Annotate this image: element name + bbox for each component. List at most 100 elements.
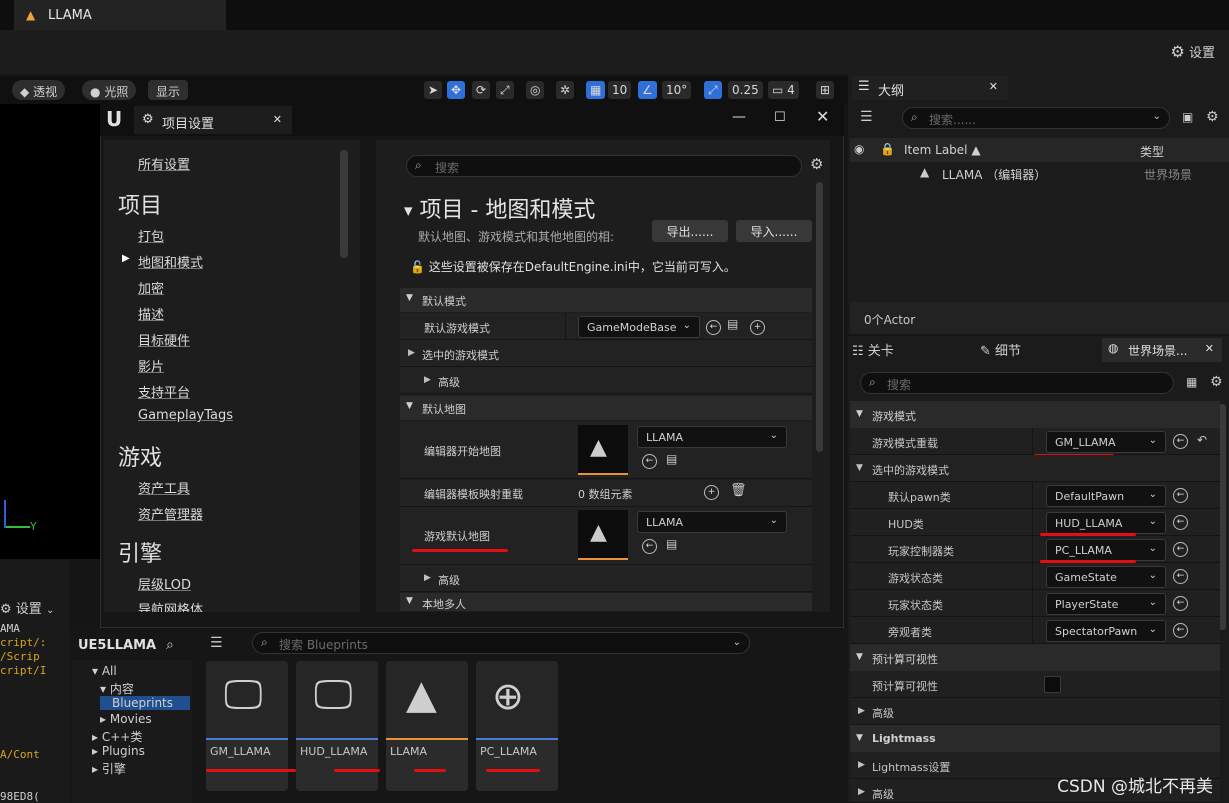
class-dropdown[interactable]: PC_LLAMA ⌄ xyxy=(1046,539,1166,561)
layout-icon[interactable]: ⊞ xyxy=(816,81,835,99)
gear-icon[interactable]: ⚙ xyxy=(810,157,823,172)
filter-icon[interactable]: ☰ xyxy=(210,636,223,650)
add-icon[interactable]: + xyxy=(750,320,765,335)
minimize-icon[interactable]: — xyxy=(732,110,746,124)
eye-icon[interactable]: ◉ xyxy=(854,143,864,155)
category-game-mode[interactable]: ▼ 游戏模式 xyxy=(850,401,1220,428)
tree-item-movies[interactable]: ▸ Movies xyxy=(100,712,152,726)
sidebar-item-encryption[interactable]: 加密 xyxy=(138,278,164,297)
browse-icon[interactable]: ← xyxy=(1173,569,1188,584)
close-window-icon[interactable]: ✕ xyxy=(816,109,829,125)
sidebar-scrollbar[interactable] xyxy=(340,150,348,258)
browse-icon[interactable]: ← xyxy=(642,539,657,554)
tree-item-all[interactable]: ▾ All xyxy=(92,664,117,678)
sidebar-item-hlod[interactable]: 层级LOD xyxy=(138,574,191,593)
angle-snap-icon[interactable]: ∠ xyxy=(638,81,657,99)
sidebar-item-description[interactable]: 描述 xyxy=(138,304,164,323)
category-local-multiplayer[interactable]: ▼ 本地多人 xyxy=(400,593,812,611)
surface-snap-icon[interactable]: ✲ xyxy=(556,81,575,99)
scale-snap-icon[interactable]: ⤢ xyxy=(704,81,722,99)
class-dropdown[interactable]: PlayerState ⌄ xyxy=(1046,593,1166,615)
row-selected-game-mode[interactable]: ▶ 选中的游戏模式 xyxy=(400,340,812,367)
output-settings-button[interactable]: ⚙ 设置 ⌄ xyxy=(0,598,54,617)
grid-snap-icon[interactable]: ▦ xyxy=(586,81,606,99)
sidebar-item-all-settings[interactable]: 所有设置 xyxy=(138,154,190,173)
collapse-arrow-icon[interactable]: ▼ xyxy=(404,205,412,218)
levels-tab[interactable]: ☷ 关卡 xyxy=(852,340,894,359)
map-thumbnail[interactable]: ▲ xyxy=(578,510,628,560)
tree-item-engine[interactable]: ▸ 引擎 xyxy=(92,760,126,777)
show-button[interactable]: 显示 xyxy=(148,80,189,100)
class-dropdown[interactable]: SpectatorPawn ⌄ xyxy=(1046,620,1166,642)
map-thumbnail[interactable]: ▲ xyxy=(578,425,628,475)
browse-icon[interactable]: ← xyxy=(642,454,657,469)
category-default-maps[interactable]: ▼ 默认地图 xyxy=(400,396,812,420)
folder-search-icon[interactable]: ▤ xyxy=(666,538,677,550)
sidebar-item-gameplay-tags[interactable]: GameplayTags xyxy=(138,408,233,423)
details-scrollbar[interactable] xyxy=(1219,404,1226,630)
folder-search-icon[interactable]: ▤ xyxy=(666,453,677,465)
world-space-icon[interactable]: ◎ xyxy=(526,81,545,99)
sidebar-item-navmesh[interactable]: 导航网格体 xyxy=(138,599,203,612)
browse-icon[interactable]: ← xyxy=(1173,488,1188,503)
level-tab[interactable]: ▲ LLAMA xyxy=(14,0,226,30)
tree-item-content[interactable]: ▾ 内容 xyxy=(100,680,134,697)
category-default-modes[interactable]: ▼ 默认模式 xyxy=(400,288,812,312)
reset-icon[interactable]: ↶ xyxy=(1197,434,1207,446)
row-advanced[interactable]: ▶ 高级 xyxy=(850,698,1220,725)
sidebar-item-movies[interactable]: 影片 xyxy=(138,356,164,375)
outliner-row[interactable]: ▲ LLAMA （编辑器） 世界场景 xyxy=(850,163,1229,185)
lighting-button[interactable]: ● 光照 xyxy=(82,80,137,100)
table-view-icon[interactable]: ▦ xyxy=(1186,376,1197,388)
angle-snap-value[interactable]: 10° xyxy=(662,81,692,99)
default-game-mode-dropdown[interactable]: GameModeBase ⌄ xyxy=(578,316,700,338)
category-precomputed-visibility[interactable]: ▼ 预计算可视性 xyxy=(850,644,1220,671)
editor-start-map-dropdown[interactable]: LLAMA ⌄ xyxy=(637,426,787,448)
close-icon[interactable]: ✕ xyxy=(273,114,282,125)
import-button[interactable]: 导入...... xyxy=(736,220,812,242)
category-lightmass[interactable]: ▼ Lightmass xyxy=(850,725,1220,752)
browse-icon[interactable]: ← xyxy=(1173,434,1188,449)
camera-speed-button[interactable]: ▭ 4 xyxy=(768,81,799,99)
scale-snap-value[interactable]: 0.25 xyxy=(728,81,763,99)
settings-button[interactable]: ⚙ 设置 xyxy=(1171,42,1216,62)
browse-icon[interactable]: ← xyxy=(1173,596,1188,611)
lock-icon[interactable]: 🔒 xyxy=(880,143,895,155)
game-default-map-dropdown[interactable]: LLAMA ⌄ xyxy=(637,511,787,533)
settings-search-input[interactable]: ⌕ 搜索 xyxy=(406,155,802,177)
outliner-tab[interactable]: ☰ 大纲 ✕ xyxy=(852,76,1008,100)
rotate-tool-icon[interactable]: ⟳ xyxy=(472,81,491,99)
blueprints-search-input[interactable]: ⌕ 搜索 Blueprints ⌄ xyxy=(252,632,750,654)
scale-tool-icon[interactable]: ⤢ xyxy=(496,81,514,99)
sidebar-item-maps-modes[interactable]: 地图和模式 xyxy=(138,252,203,271)
details-search-input[interactable]: ⌕ 搜索 xyxy=(860,372,1174,394)
outliner-search-input[interactable]: ⌕ 搜索...... ⌄ xyxy=(902,107,1170,129)
move-tool-icon[interactable]: ✥ xyxy=(447,81,466,99)
tree-item-plugins[interactable]: ▸ Plugins xyxy=(92,744,145,758)
tree-item-blueprints[interactable]: Blueprints xyxy=(100,696,190,710)
world-settings-tab[interactable]: ◍ 世界场景... ✕ xyxy=(1102,338,1222,362)
export-button[interactable]: 导出...... xyxy=(652,220,728,242)
col-type[interactable]: 类型 xyxy=(1140,143,1164,160)
class-dropdown[interactable]: HUD_LLAMA ⌄ xyxy=(1046,512,1166,534)
precomputed-visibility-checkbox[interactable] xyxy=(1044,676,1061,693)
gear-icon[interactable]: ⚙ xyxy=(1210,375,1223,389)
sidebar-item-packaging[interactable]: 打包 xyxy=(138,226,164,245)
filter-icon[interactable]: ☰ xyxy=(860,110,873,124)
close-icon[interactable]: ✕ xyxy=(989,81,998,92)
sidebar-item-target-hardware[interactable]: 目标硬件 xyxy=(138,330,190,349)
search-icon[interactable]: ⌕ xyxy=(166,638,174,652)
maximize-icon[interactable]: ☐ xyxy=(774,111,786,124)
row-selected-game-mode[interactable]: ▼ 选中的游戏模式 xyxy=(850,455,1220,482)
col-item-label[interactable]: Item Label ▲ xyxy=(904,143,981,157)
gear-icon[interactable]: ⚙ xyxy=(1206,110,1219,124)
project-settings-tab[interactable]: ⚙ 项目设置 ✕ xyxy=(134,106,292,134)
browse-icon[interactable]: ← xyxy=(706,320,721,335)
sidebar-item-asset-manager[interactable]: 资产管理器 xyxy=(138,504,203,523)
close-icon[interactable]: ✕ xyxy=(1205,343,1214,354)
row-advanced-maps[interactable]: ▶ 高级 xyxy=(400,565,812,592)
class-dropdown[interactable]: GameState ⌄ xyxy=(1046,566,1166,588)
browse-icon[interactable]: ← xyxy=(1173,623,1188,638)
row-advanced[interactable]: ▶ 高级 xyxy=(400,367,812,394)
select-tool-icon[interactable]: ➤ xyxy=(424,81,443,99)
